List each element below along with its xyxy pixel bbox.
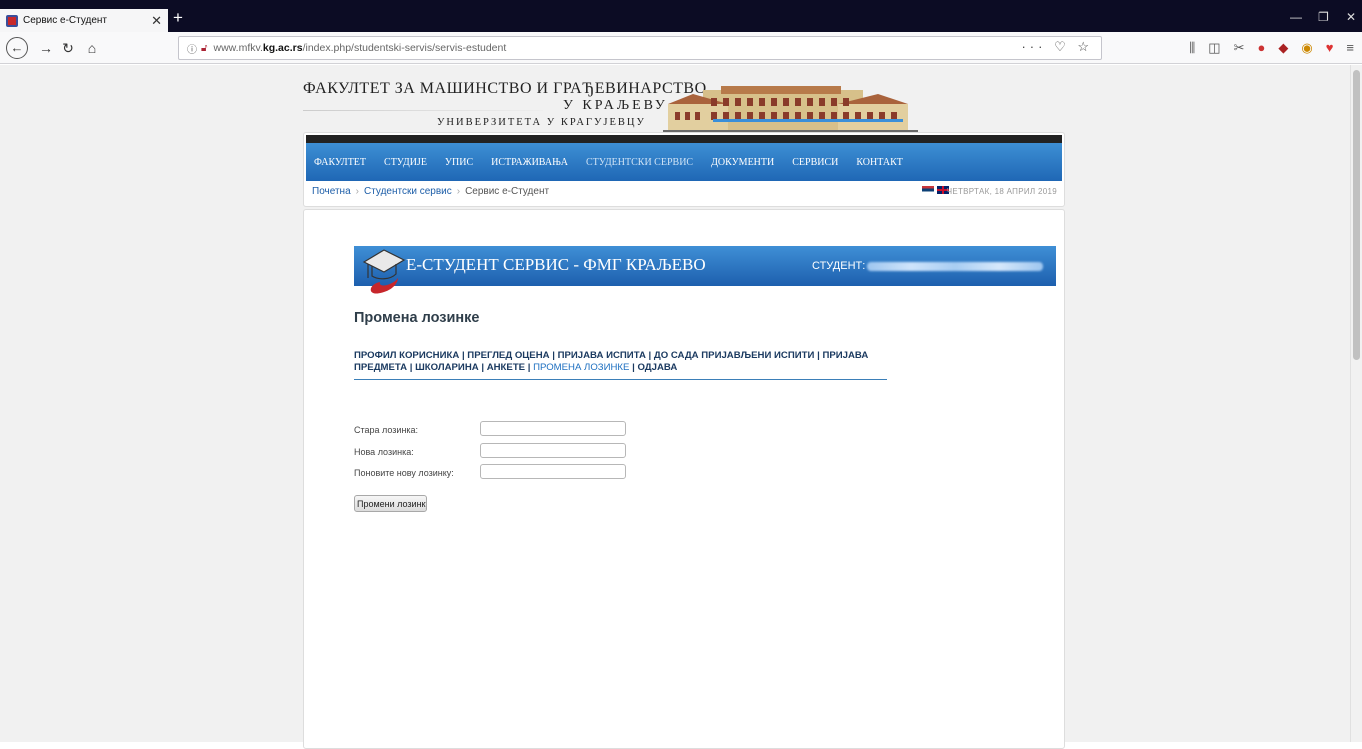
sidebar-icon[interactable]: ◫ — [1208, 40, 1220, 56]
faculty-header: ФАКУЛТЕТ ЗА МАШИНСТВО И ГРАЂЕВИНАРСТВО У… — [303, 80, 1063, 136]
breadcrumb-current: Сервис е-Студент — [465, 186, 550, 197]
url-path: /index.php/studentski-servis/servis-estu… — [302, 42, 507, 54]
scrollbar-thumb[interactable] — [1353, 70, 1360, 360]
graduation-cap-logo-icon — [362, 249, 406, 294]
addon-badge-icon[interactable]: ◆ — [1278, 40, 1288, 56]
address-bar[interactable]: ⓘ 🔓︎ www.mfkv. kg.ac.rs/index.php/student… — [178, 36, 1102, 60]
language-switcher — [922, 186, 949, 194]
link-promena-lozinke[interactable]: ПРОМЕНА ЛОЗИНКЕ — [533, 362, 629, 373]
menu-item-dokumenti[interactable]: ДОКУМЕНТИ — [711, 157, 774, 168]
pocket-save-icon[interactable]: ♥ — [1326, 40, 1334, 56]
page-viewport: ФАКУЛТЕТ ЗА МАШИНСТВО И ГРАЂЕВИНАРСТВО У… — [0, 65, 1362, 749]
faculty-city: У КРАЉЕВУ — [563, 98, 668, 113]
menu-item-fakultet[interactable]: ФАКУЛТЕТ — [314, 157, 366, 168]
link-prijava-ispita[interactable]: ПРИЈАВА ИСПИТА — [558, 350, 646, 361]
ublock-icon[interactable]: ● — [1257, 40, 1265, 56]
student-menu-links: ПРОФИЛ КОРИСНИКА | ПРЕГЛЕД ОЦЕНА | ПРИЈА… — [354, 350, 869, 373]
breadcrumb-student-service[interactable]: Студентски сервис — [364, 186, 452, 197]
menu-item-servisi[interactable]: СЕРВИСИ — [792, 157, 838, 168]
menu-item-istrazivanja[interactable]: ИСТРАЖИВАЊА — [491, 157, 568, 168]
menu-icon[interactable]: ≡ — [1346, 40, 1354, 56]
serbian-flag-icon[interactable] — [922, 186, 934, 194]
library-icon[interactable]: ⫼ — [1189, 40, 1195, 56]
info-icon[interactable]: ⓘ — [187, 41, 197, 56]
url-prefix: www.mfkv. — [213, 42, 263, 54]
insecure-lock-icon[interactable]: 🔓︎ — [201, 43, 207, 54]
reload-button[interactable]: ↻ — [57, 37, 79, 59]
link-odjava[interactable]: ОДЈАВА — [637, 362, 677, 373]
home-button[interactable]: ⌂ — [81, 37, 103, 59]
student-name-redacted — [867, 261, 1044, 271]
menu-item-kontakt[interactable]: КОНТАКТ — [856, 157, 902, 168]
bookmark-star-icon[interactable]: ☆ — [1077, 39, 1093, 54]
repeat-password-input[interactable] — [480, 464, 626, 479]
student-label: СТУДЕНТ: — [812, 260, 866, 272]
header-rule — [303, 110, 543, 111]
change-password-button[interactable]: Промени лозинку — [354, 495, 427, 512]
browser-tab-bar: Сервис е-Студент ✕ + — ❐ ✕ — [0, 0, 1362, 32]
url-domain: kg.ac.rs — [262, 42, 303, 54]
page-actions-icon[interactable]: ··· — [1021, 39, 1046, 54]
new-password-label: Нова лозинка: — [354, 447, 414, 457]
site-favicon-icon — [6, 14, 18, 27]
menu-item-studentski-servis[interactable]: СТУДЕНТСКИ СЕРВИС — [586, 157, 693, 168]
breadcrumb: Почетна › Студентски сервис › Сервис е-Студе… — [312, 186, 549, 197]
estudent-banner: Е-СТУДЕНТ СЕРВИС - ФМГ КРАЉЕВО СТУДЕНТ: — [354, 246, 1056, 294]
repeat-password-label: Поновите нову лозинку: — [354, 468, 454, 478]
cookie-icon[interactable]: ◉ — [1301, 40, 1312, 56]
estudent-title: Е-СТУДЕНТ СЕРВИС - ФМГ КРАЉЕВО — [406, 255, 706, 274]
faculty-building-image — [663, 86, 918, 136]
menu-item-upis[interactable]: УПИС — [445, 157, 473, 168]
forward-button[interactable]: → — [35, 37, 57, 59]
main-navigation: ФАКУЛТЕТ СТУДИЈЕ УПИС ИСТРАЖИВАЊА СТУДЕН… — [303, 132, 1065, 207]
minimize-icon[interactable]: — — [1290, 10, 1302, 24]
page-title: Промена лозинке — [354, 310, 480, 326]
extension-icon[interactable]: ✂ — [1234, 40, 1245, 56]
student-label-container: СТУДЕНТ: — [812, 260, 1044, 272]
link-pregled-ocena[interactable]: ПРЕГЛЕД ОЦЕНА — [467, 350, 549, 361]
content-panel: Е-СТУДЕНТ СЕРВИС - ФМГ КРАЉЕВО СТУДЕНТ: … — [303, 209, 1065, 749]
link-ankete[interactable]: АНКЕТЕ — [487, 362, 525, 373]
tab-title: Сервис е-Студент — [23, 15, 107, 26]
breadcrumb-separator-icon: › — [456, 186, 461, 197]
current-date: ЧЕТВРТАК, 18 АПРИЛ 2019 — [946, 187, 1057, 196]
main-menu: ФАКУЛТЕТ СТУДИЈЕ УПИС ИСТРАЖИВАЊА СТУДЕН… — [306, 143, 1062, 181]
back-button[interactable]: ← — [6, 37, 28, 59]
links-divider — [354, 379, 887, 380]
restore-icon[interactable]: ❐ — [1318, 10, 1329, 24]
old-password-label: Стара лозинка: — [354, 425, 419, 435]
page-scrollbar[interactable] — [1350, 65, 1362, 742]
faculty-name: ФАКУЛТЕТ ЗА МАШИНСТВО И ГРАЂЕВИНАРСТВО — [303, 80, 707, 97]
menu-top-bar — [306, 135, 1062, 143]
link-profil-korisnika[interactable]: ПРОФИЛ КОРИСНИКА — [354, 350, 459, 361]
new-password-input[interactable] — [480, 443, 626, 458]
breadcrumb-separator-icon: › — [355, 186, 359, 197]
close-window-icon[interactable]: ✕ — [1346, 10, 1356, 24]
new-tab-button[interactable]: + — [173, 8, 183, 28]
pocket-icon[interactable]: ♡ — [1054, 39, 1070, 54]
link-do-sada-prijavljeni-ispiti[interactable]: ДО САДА ПРИЈАВЉЕНИ ИСПИТИ — [654, 350, 815, 361]
link-skolarina[interactable]: ШКОЛАРИНА — [415, 362, 479, 373]
browser-nav-bar: ← → ↻ ⌂ ⓘ 🔓︎ www.mfkv. kg.ac.rs/index.php… — [0, 32, 1362, 64]
old-password-input[interactable] — [480, 421, 626, 436]
browser-tab[interactable]: Сервис е-Студент ✕ — [0, 9, 168, 32]
close-tab-icon[interactable]: ✕ — [151, 13, 162, 29]
university-name: УНИВЕРЗИТЕТА У КРАГУЈЕВЦУ — [437, 117, 646, 128]
menu-item-studije[interactable]: СТУДИЈЕ — [384, 157, 427, 168]
breadcrumb-home[interactable]: Почетна — [312, 186, 351, 197]
